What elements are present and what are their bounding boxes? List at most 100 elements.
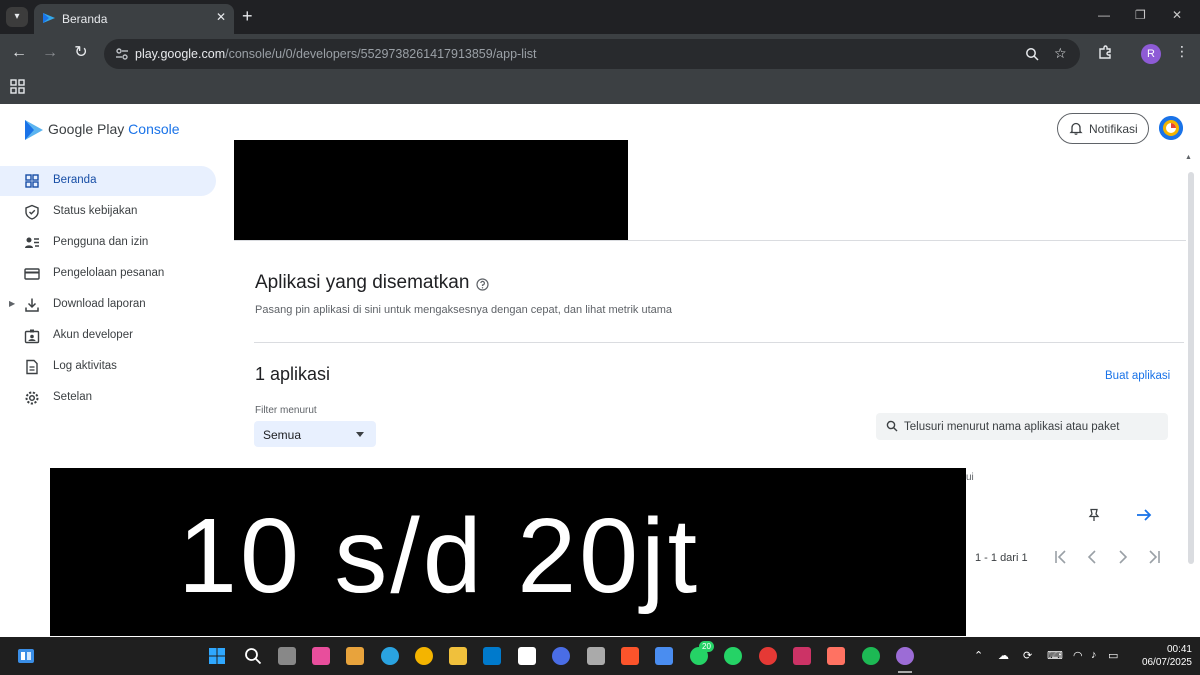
brave-icon[interactable] — [621, 647, 639, 665]
dropdown-arrow-icon — [356, 432, 364, 437]
windows-taskbar: 20 ⌃ ☁ ⟳ ⌨ ◠ ♪ ▭ 00:41 06/07/2025 — [0, 637, 1200, 675]
windows-start-icon[interactable] — [208, 647, 226, 665]
bell-icon — [1069, 122, 1083, 135]
chrome-profile-icon[interactable] — [896, 647, 914, 665]
sidebar-item-beranda[interactable]: Beranda — [0, 166, 216, 196]
chrome-icon[interactable] — [415, 647, 433, 665]
app-v-icon[interactable] — [793, 647, 811, 665]
section-divider — [254, 342, 1184, 343]
profile-avatar[interactable]: R — [1141, 44, 1161, 64]
first-page-icon[interactable] — [1052, 548, 1070, 566]
volume-icon[interactable]: ♪ — [1091, 649, 1097, 661]
bookmarks-bar — [0, 74, 1200, 104]
sidebar-item-pengelolaan-pesanan[interactable]: Pengelolaan pesanan — [0, 259, 216, 289]
forward-icon[interactable]: → — [40, 43, 60, 63]
notepad-icon[interactable] — [655, 647, 673, 665]
browser-tab[interactable]: Beranda ✕ — [34, 4, 234, 34]
sidebar-item-log-aktivitas[interactable]: Log aktivitas — [0, 352, 216, 382]
telegram-icon[interactable] — [381, 647, 399, 665]
arrow-right-icon[interactable] — [1136, 508, 1152, 522]
clock[interactable]: 00:41 06/07/2025 — [1130, 643, 1192, 669]
sidebar-item-akun-developer[interactable]: Akun developer — [0, 321, 216, 351]
app-search-box[interactable] — [876, 413, 1168, 440]
document-icon — [26, 359, 38, 375]
notifications-label: Notifikasi — [1089, 122, 1138, 136]
keyboard-icon[interactable]: ⌨ — [1047, 649, 1063, 662]
sidebar-item-label: Akun developer — [53, 329, 133, 341]
gear-icon — [25, 391, 39, 405]
prev-page-icon[interactable] — [1083, 548, 1101, 566]
sidebar-item-label: Pengelolaan pesanan — [53, 267, 165, 279]
pagination-range: 1 - 1 dari 1 — [975, 552, 1028, 564]
scrollbar[interactable] — [1188, 172, 1194, 564]
sync-icon[interactable]: ⟳ — [1023, 649, 1032, 662]
address-bar[interactable]: play.google.com/console/u/0/developers/5… — [104, 39, 1080, 69]
zoom-icon[interactable] — [1025, 47, 1039, 61]
close-tab-icon[interactable]: ✕ — [216, 10, 226, 24]
menu-kebab-icon[interactable]: ⋮ — [1175, 43, 1189, 60]
filter-dropdown[interactable]: Semua — [254, 421, 376, 447]
capcut-icon[interactable] — [518, 647, 536, 665]
sidebar-item-download-laporan[interactable]: ▶ Download laporan — [0, 290, 216, 320]
whatsapp-icon[interactable] — [724, 647, 742, 665]
users-list-icon — [25, 237, 39, 248]
app-count-title: 1 aplikasi — [255, 364, 331, 384]
app-search-input[interactable] — [904, 417, 1162, 436]
wifi-icon[interactable]: ◠ — [1073, 649, 1083, 662]
sidebar-item-label: Beranda — [53, 174, 97, 186]
create-app-button[interactable]: Buat aplikasi — [1105, 370, 1170, 382]
meeting-app-icon[interactable] — [552, 647, 570, 665]
back-icon[interactable]: ← — [9, 43, 29, 63]
grid-icon — [25, 174, 39, 188]
browser-toolbar: ← → ↻ play.google.com/console/u/0/develo… — [0, 34, 1200, 74]
sidebar-item-pengguna-dan-izin[interactable]: Pengguna dan izin — [0, 228, 216, 258]
download-icon — [25, 298, 39, 312]
taskbar-search-icon[interactable] — [244, 647, 262, 665]
expand-caret-icon[interactable]: ▶ — [9, 299, 15, 308]
sidebar-item-label: Pengguna dan izin — [53, 236, 149, 248]
url-text: play.google.com/console/u/0/developers/5… — [135, 47, 536, 61]
notifications-button[interactable]: Notifikasi — [1057, 113, 1149, 144]
help-icon[interactable] — [476, 278, 489, 291]
sidebar-item-setelan[interactable]: Setelan — [0, 383, 216, 413]
tab-search-button[interactable]: ▾ — [6, 7, 28, 27]
bookmark-star-icon[interactable]: ☆ — [1054, 45, 1067, 62]
notification-badge: 20 — [699, 641, 714, 652]
caption-overlay: 10 s/d 20jt — [50, 468, 966, 636]
sidebar-item-label: Status kebijakan — [53, 205, 138, 217]
scroll-up-icon[interactable]: ▲ — [1185, 154, 1197, 162]
restore-icon[interactable]: ❐ — [1135, 8, 1146, 22]
widgets-icon[interactable] — [17, 648, 35, 664]
tray-chevron-icon[interactable]: ⌃ — [974, 649, 983, 662]
next-page-icon[interactable] — [1114, 548, 1132, 566]
window-close-icon[interactable]: ✕ — [1172, 8, 1182, 22]
account-avatar[interactable] — [1159, 116, 1183, 140]
new-tab-icon[interactable]: + — [242, 6, 253, 26]
shield-icon — [25, 204, 39, 220]
caption-text: 10 s/d 20jt — [178, 497, 701, 615]
pinned-apps-description: Pasang pin aplikasi di sini untuk mengak… — [255, 304, 673, 316]
onedrive-icon[interactable]: ☁ — [998, 649, 1009, 662]
minimize-icon[interactable]: — — [1098, 8, 1110, 22]
spotify-icon[interactable] — [862, 647, 880, 665]
vscode-icon[interactable] — [483, 647, 501, 665]
reload-icon[interactable]: ↻ — [71, 43, 91, 63]
apps-grid-icon[interactable] — [10, 79, 26, 95]
search-icon — [886, 420, 898, 432]
battery-icon[interactable]: ▭ — [1108, 649, 1118, 662]
id-badge-icon — [24, 329, 40, 344]
redacted-region — [234, 140, 628, 240]
task-view-icon[interactable] — [278, 647, 296, 665]
figma-icon[interactable] — [827, 647, 845, 665]
extensions-icon[interactable] — [1097, 45, 1113, 61]
app-red-icon[interactable] — [759, 647, 777, 665]
last-page-icon[interactable] — [1145, 548, 1163, 566]
sidebar-item-status-kebijakan[interactable]: Status kebijakan — [0, 197, 216, 227]
copilot-icon[interactable] — [312, 647, 330, 665]
pinned-apps-title: Aplikasi yang disematkan — [255, 272, 470, 293]
file-explorer-icon[interactable] — [449, 647, 467, 665]
pin-icon[interactable] — [1088, 508, 1100, 522]
calculator-icon[interactable] — [587, 647, 605, 665]
site-info-icon[interactable] — [114, 46, 130, 62]
store-icon[interactable] — [346, 647, 364, 665]
